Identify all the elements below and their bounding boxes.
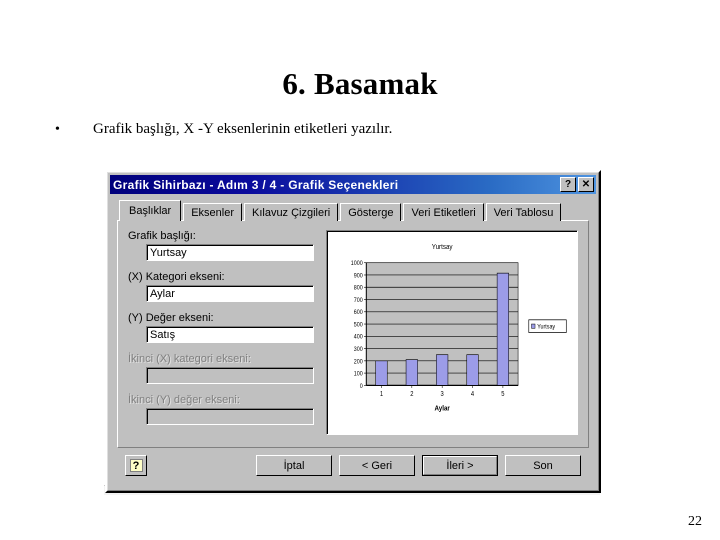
tab-strip: Başlıklar Eksenler Kılavuz Çizgileri Gös… (117, 200, 589, 221)
cancel-button[interactable]: İptal (256, 455, 332, 476)
y-axis-tick-label: 900 (354, 273, 364, 279)
close-icon[interactable]: ✕ (578, 177, 594, 192)
chart-preview: Yurtsay 0 100 200 300 400 500 600 700 800 900 1000 1… (326, 230, 578, 435)
dialog-button-row: ? İptal < Geri İleri > Son (117, 448, 589, 482)
tab-kilavuz-cizgileri[interactable]: Kılavuz Çizgileri (243, 203, 339, 221)
chart-title-label: Grafik başlığı: (128, 230, 196, 242)
x-axis-label: Aylar (435, 405, 451, 413)
x-axis-tick-label: 4 (471, 391, 475, 399)
next-button-label: İleri > (423, 456, 497, 475)
category-axis-label: (X) Kategori ekseni: (128, 271, 225, 283)
y-axis-tick-label: 400 (354, 334, 364, 340)
tab-veri-tablosu[interactable]: Veri Tablosu (485, 203, 562, 221)
secondary-category-axis-label: İkinci (X) kategori ekseni: (128, 353, 251, 365)
y-axis-tick-label: 300 (354, 347, 364, 353)
y-axis-tick-label: 0 (360, 383, 364, 389)
legend-swatch (531, 323, 536, 329)
bullet-marker: • (55, 122, 60, 137)
tab-eksenler[interactable]: Eksenler (183, 203, 242, 221)
tab-basliklar[interactable]: Başlıklar (119, 200, 182, 221)
titles-form: Grafik başlığı: Yurtsay (X) Kategori eks… (128, 230, 314, 435)
tab-veri-etiketleri[interactable]: Veri Etiketleri (403, 203, 484, 221)
secondary-value-axis-input (146, 408, 314, 425)
y-axis-tick-label: 500 (354, 322, 364, 328)
titlebar-help-icon[interactable]: ? (560, 177, 576, 192)
x-axis-tick-label: 1 (380, 391, 384, 399)
dialog-title: Grafik Sihirbazı - Adım 3 / 4 - Grafik S… (113, 177, 399, 192)
y-axis-tick-label: 800 (354, 285, 364, 291)
help-button[interactable]: ? (125, 455, 147, 476)
value-axis-label: (Y) Değer ekseni: (128, 312, 214, 324)
tab-panel-basliklar: Grafik başlığı: Yurtsay (X) Kategori eks… (117, 220, 589, 448)
tab-gosterge[interactable]: Gösterge (340, 203, 402, 221)
bullet-text: Grafik başlığı, X -Y eksenlerinin etiket… (93, 121, 393, 137)
dialog-titlebar[interactable]: Grafik Sihirbazı - Adım 3 / 4 - Grafik S… (110, 175, 596, 194)
secondary-value-axis-label: İkinci (Y) değer ekseni: (128, 394, 240, 406)
back-button[interactable]: < Geri (339, 455, 415, 476)
chart-preview-svg: Yurtsay 0 100 200 300 400 500 600 700 800 900 1000 1… (351, 244, 567, 413)
secondary-category-axis-input (146, 367, 314, 384)
bullet-item: • Grafik başlığı, X -Y eksenlerinin etik… (55, 121, 675, 138)
bar (375, 360, 388, 386)
y-axis-tick-label: 200 (354, 359, 364, 365)
x-axis-tick-label: 2 (410, 391, 414, 399)
page-title: 6. Basamak (282, 66, 438, 101)
value-axis-input[interactable]: Satış (146, 326, 314, 343)
chart-wizard-dialog: Grafik Sihirbazı - Adım 3 / 4 - Grafik S… (105, 170, 601, 493)
y-axis-tick-label: 700 (354, 298, 364, 304)
bar (405, 359, 418, 386)
x-axis-tick-label: 5 (501, 391, 505, 399)
finish-button[interactable]: Son (505, 455, 581, 476)
next-button[interactable]: İleri > (422, 455, 498, 476)
y-axis-tick-label: 100 (354, 371, 364, 377)
bar (496, 272, 509, 386)
x-axis-tick-label: 3 (441, 391, 445, 399)
y-axis-tick-label: 600 (354, 310, 364, 316)
category-axis-input[interactable]: Aylar (146, 285, 314, 302)
slide-page-number: 22 (688, 514, 702, 529)
chart-legend: Yurtsay (528, 319, 567, 333)
question-mark-icon: ? (129, 459, 143, 472)
chart-title: Yurtsay (432, 244, 453, 252)
chart-title-input[interactable]: Yurtsay (146, 244, 314, 261)
legend-label: Yurtsay (537, 324, 555, 330)
bar (436, 354, 449, 386)
bar (466, 354, 479, 386)
y-axis-tick-label: 1000 (351, 261, 364, 267)
